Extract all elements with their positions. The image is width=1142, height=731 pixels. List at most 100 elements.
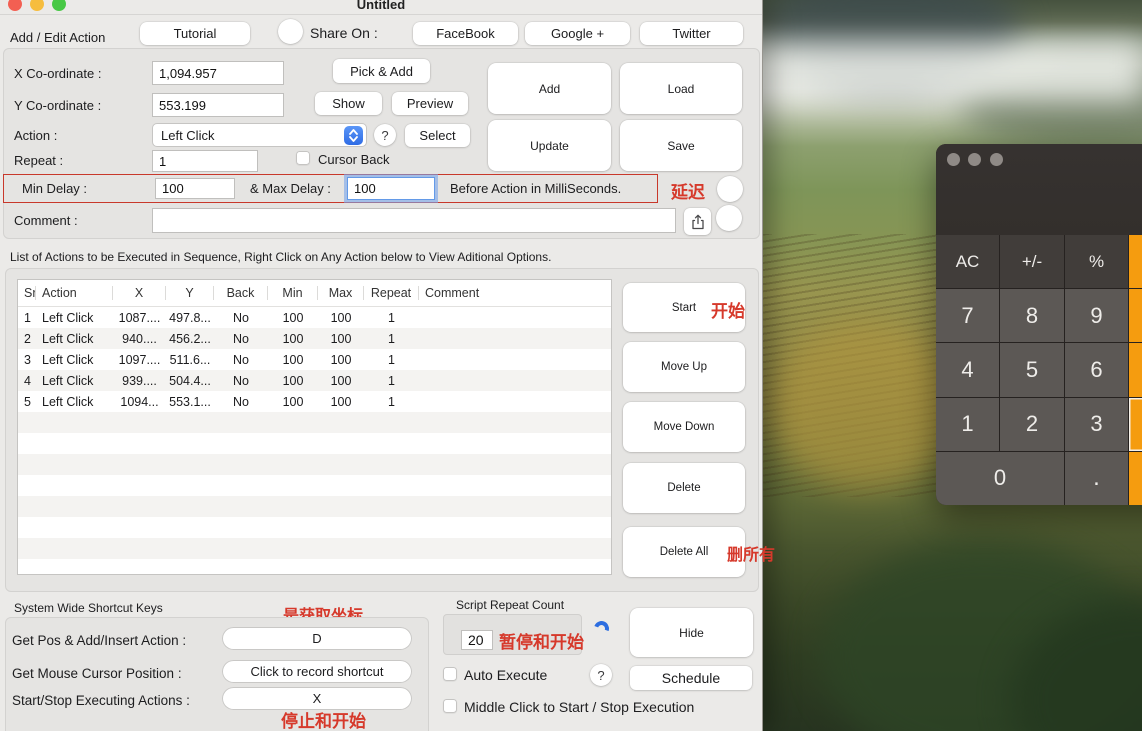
key-percent[interactable]: % bbox=[1065, 235, 1128, 288]
select-button[interactable]: Select bbox=[405, 124, 470, 147]
column-header-back[interactable]: Back bbox=[214, 286, 268, 300]
cell: 5 bbox=[18, 395, 36, 409]
key-operator-column[interactable] bbox=[1129, 235, 1142, 288]
cell: 1 bbox=[364, 311, 419, 325]
get-pos-shortcut-button[interactable]: D bbox=[222, 627, 412, 650]
action-label: Action : bbox=[14, 128, 57, 143]
key-plus-minus[interactable]: +/- bbox=[1000, 235, 1064, 288]
calc-close-button[interactable] bbox=[947, 153, 960, 166]
get-cursor-label: Get Mouse Cursor Position : bbox=[12, 666, 182, 681]
share-twitter[interactable]: Twitter bbox=[640, 22, 743, 45]
screen: Untitled Add / Edit Action Tutorial Shar… bbox=[0, 0, 1142, 731]
key-1[interactable]: 1 bbox=[936, 398, 999, 451]
empty-row[interactable] bbox=[18, 433, 611, 454]
preview-button[interactable]: Preview bbox=[392, 92, 468, 115]
calc-minimize-button[interactable] bbox=[968, 153, 981, 166]
empty-row[interactable] bbox=[18, 454, 611, 475]
key-dot[interactable]: . bbox=[1065, 452, 1128, 505]
calculator-window[interactable]: AC+/-% 789 456 1230. bbox=[936, 144, 1142, 505]
empty-row[interactable] bbox=[18, 475, 611, 496]
key-operator-column[interactable] bbox=[1129, 343, 1142, 396]
status-circle[interactable] bbox=[278, 19, 303, 44]
column-header-y[interactable]: Y bbox=[166, 286, 214, 300]
empty-row[interactable] bbox=[18, 559, 611, 575]
record-shortcut-button[interactable]: Click to record shortcut bbox=[222, 660, 412, 683]
auto-execute-help-button[interactable]: ? bbox=[590, 664, 612, 686]
cell: 100 bbox=[318, 311, 364, 325]
script-repeat-input[interactable]: 20 bbox=[461, 630, 493, 650]
table-row[interactable]: 4Left Click939....504.4...No1001001 bbox=[18, 370, 611, 391]
cell: Left Click bbox=[36, 395, 113, 409]
cell: 100 bbox=[318, 395, 364, 409]
key-0[interactable]: 0 bbox=[936, 452, 1064, 505]
y-coordinate-input[interactable]: 553.199 bbox=[152, 93, 284, 117]
key-operator-column[interactable] bbox=[1129, 398, 1142, 451]
key-operator-column[interactable] bbox=[1129, 452, 1142, 505]
key-4[interactable]: 4 bbox=[936, 343, 999, 396]
key-3[interactable]: 3 bbox=[1065, 398, 1128, 451]
table-row[interactable]: 1Left Click1087....497.8...No1001001 bbox=[18, 307, 611, 328]
auto-execute-checkbox[interactable] bbox=[443, 667, 457, 681]
refresh-icon[interactable] bbox=[592, 619, 612, 639]
cell: No bbox=[214, 395, 268, 409]
table-row[interactable]: 2Left Click940....456.2...No1001001 bbox=[18, 328, 611, 349]
titlebar[interactable]: Untitled bbox=[0, 0, 762, 15]
move-up-button[interactable]: Move Up bbox=[623, 342, 745, 392]
cell: 1 bbox=[364, 395, 419, 409]
pick-add-button[interactable]: Pick & Add bbox=[333, 59, 430, 83]
column-header-action[interactable]: Action bbox=[36, 286, 113, 300]
column-header-min[interactable]: Min bbox=[268, 286, 318, 300]
save-button[interactable]: Save bbox=[620, 120, 742, 171]
show-button[interactable]: Show bbox=[315, 92, 382, 115]
empty-row[interactable] bbox=[18, 412, 611, 433]
move-down-button[interactable]: Move Down bbox=[623, 402, 745, 452]
toggle-circle-top[interactable] bbox=[717, 176, 743, 202]
update-button[interactable]: Update bbox=[488, 120, 611, 171]
calc-zoom-button[interactable] bbox=[990, 153, 1003, 166]
hide-button[interactable]: Hide bbox=[630, 608, 753, 657]
add-button[interactable]: Add bbox=[488, 63, 611, 114]
middle-click-checkbox[interactable] bbox=[443, 699, 457, 713]
toggle-circle-bottom[interactable] bbox=[716, 205, 742, 231]
empty-row[interactable] bbox=[18, 538, 611, 559]
empty-row[interactable] bbox=[18, 517, 611, 538]
key-2[interactable]: 2 bbox=[1000, 398, 1064, 451]
max-delay-input[interactable]: 100 bbox=[347, 177, 435, 200]
comment-input[interactable] bbox=[152, 208, 676, 233]
actions-table-header: SrActionXYBackMinMaxRepeatComment bbox=[18, 280, 611, 307]
key-9[interactable]: 9 bbox=[1065, 289, 1128, 342]
key-5[interactable]: 5 bbox=[1000, 343, 1064, 396]
actions-table[interactable]: SrActionXYBackMinMaxRepeatComment 1Left … bbox=[17, 279, 612, 575]
cell: 100 bbox=[268, 374, 318, 388]
column-header-max[interactable]: Max bbox=[318, 286, 364, 300]
column-header-x[interactable]: X bbox=[113, 286, 166, 300]
cursor-back-checkbox[interactable] bbox=[296, 151, 310, 165]
key-6[interactable]: 6 bbox=[1065, 343, 1128, 396]
min-delay-input[interactable]: 100 bbox=[155, 178, 235, 199]
column-header-comment[interactable]: Comment bbox=[419, 286, 606, 300]
schedule-button[interactable]: Schedule bbox=[630, 666, 752, 690]
key-ac[interactable]: AC bbox=[936, 235, 999, 288]
action-help-button[interactable]: ? bbox=[374, 124, 396, 146]
table-row[interactable]: 3Left Click1097....511.6...No1001001 bbox=[18, 349, 611, 370]
key-8[interactable]: 8 bbox=[1000, 289, 1064, 342]
empty-row[interactable] bbox=[18, 496, 611, 517]
share-facebook[interactable]: FaceBook bbox=[413, 22, 518, 45]
action-dropdown[interactable]: Left Click bbox=[152, 123, 367, 147]
start-annotation: 开始 bbox=[711, 297, 745, 322]
repeat-input[interactable]: 1 bbox=[152, 150, 258, 172]
share-google-[interactable]: Google + bbox=[525, 22, 630, 45]
export-button[interactable] bbox=[684, 208, 711, 235]
column-header-repeat[interactable]: Repeat bbox=[364, 286, 419, 300]
table-row[interactable]: 5Left Click1094...553.1...No1001001 bbox=[18, 391, 611, 412]
column-header-sr[interactable]: Sr bbox=[18, 286, 36, 300]
key-7[interactable]: 7 bbox=[936, 289, 999, 342]
delete-button[interactable]: Delete bbox=[623, 463, 745, 513]
tutorial-button[interactable]: Tutorial bbox=[140, 22, 250, 45]
x-coordinate-input[interactable]: 1,094.957 bbox=[152, 61, 284, 85]
cell: 1 bbox=[18, 311, 36, 325]
load-button[interactable]: Load bbox=[620, 63, 742, 114]
section-label: Add / Edit Action bbox=[10, 30, 105, 45]
key-operator-column[interactable] bbox=[1129, 289, 1142, 342]
cell: 2 bbox=[18, 332, 36, 346]
